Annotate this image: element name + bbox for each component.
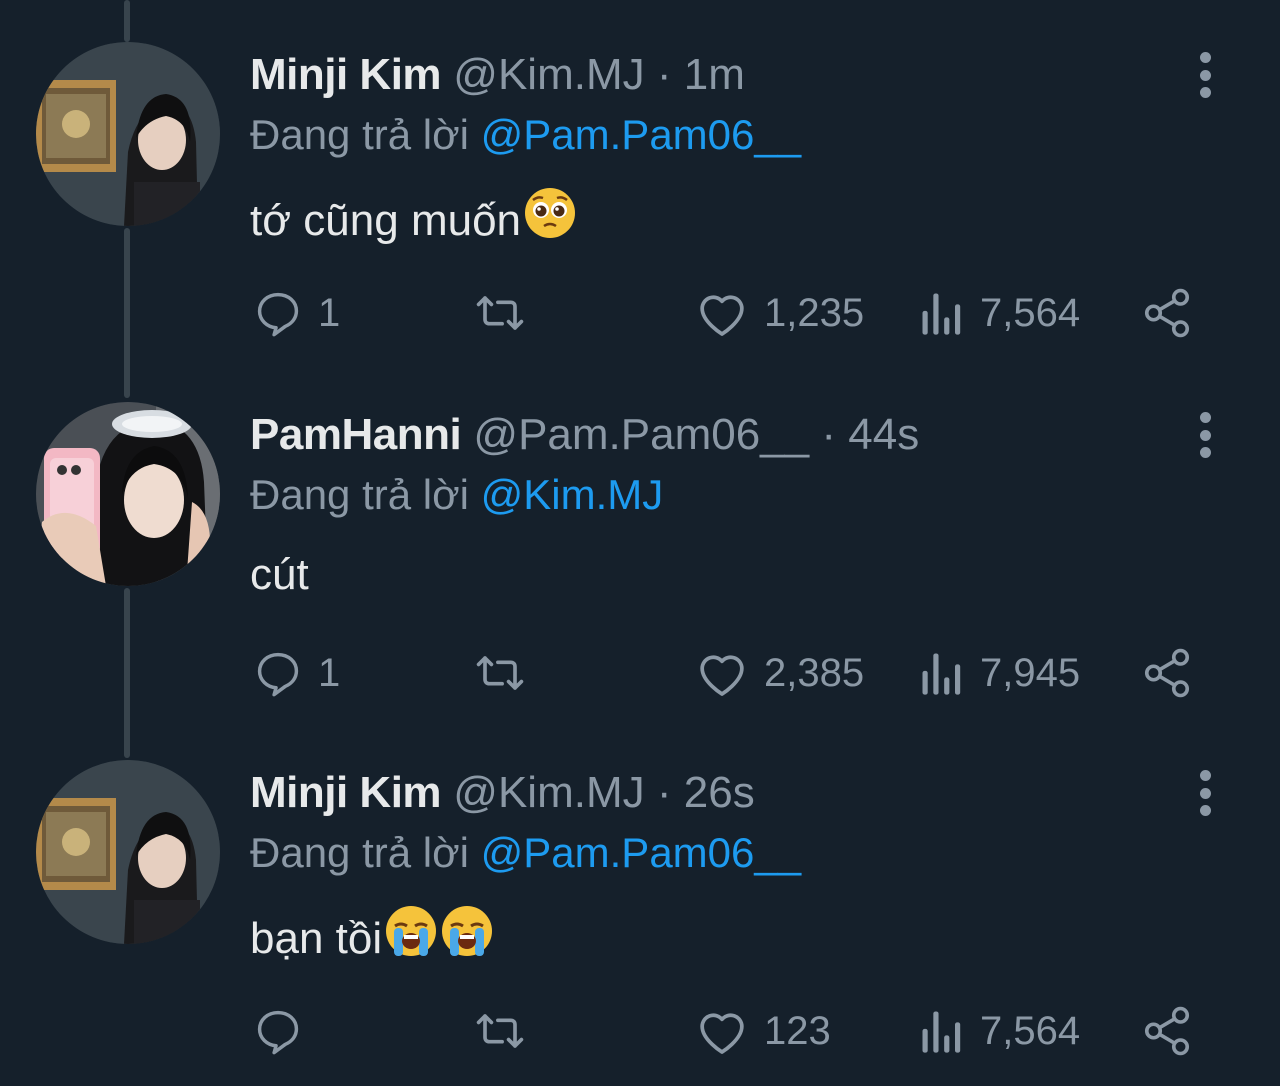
separator-dot: · xyxy=(656,50,672,99)
tweet-body: tớ cũng muốn xyxy=(250,195,522,245)
tweet-text: cút xyxy=(250,546,309,604)
views-button[interactable]: 7,564 xyxy=(918,1004,1080,1058)
timestamp[interactable]: 26s xyxy=(684,768,755,817)
user-handle[interactable]: @Kim.MJ xyxy=(453,768,644,817)
pleading-face-emoji xyxy=(523,186,577,255)
conversation-thread: Minji Kim @Kim.MJ · 1m Đang trả lời @Pam… xyxy=(0,0,1280,1086)
replying-to-line: Đang trả lời @Kim.MJ xyxy=(250,468,663,522)
reply-icon xyxy=(257,292,299,337)
retweet-icon xyxy=(476,656,524,690)
replying-to-line: Đang trả lời @Pam.Pam06__ xyxy=(250,108,801,162)
retweet-button[interactable] xyxy=(470,1004,544,1058)
timestamp[interactable]: 44s xyxy=(848,410,919,459)
tweet[interactable]: Minji Kim @Kim.MJ · 26s Đang trả lời @Pa… xyxy=(0,718,1280,1078)
replying-to-label: Đang trả lời xyxy=(250,829,481,876)
replying-to-label: Đang trả lời xyxy=(250,471,481,518)
timestamp[interactable]: 1m xyxy=(684,50,745,99)
avatar-image xyxy=(36,42,220,226)
tweet-text: bạn tồi xyxy=(250,904,494,973)
tweet[interactable]: Minji Kim @Kim.MJ · 1m Đang trả lời @Pam… xyxy=(0,0,1280,360)
avatar-image xyxy=(36,402,220,586)
avatar[interactable] xyxy=(36,402,220,586)
tweet-text: tớ cũng muốn xyxy=(250,186,577,255)
reply-count: 1 xyxy=(318,290,341,335)
replying-to-line: Đang trả lời @Pam.Pam06__ xyxy=(250,826,801,880)
analytics-icon xyxy=(922,653,961,695)
view-count: 7,564 xyxy=(980,1008,1081,1053)
heart-icon xyxy=(700,655,744,696)
view-count: 7,945 xyxy=(980,650,1081,695)
tweet-actions: 1 1,235 7,564 xyxy=(0,286,1280,340)
view-count: 7,564 xyxy=(980,290,1081,335)
more-options-icon[interactable] xyxy=(1192,770,1218,816)
tweet-header: PamHanni @Pam.Pam06__ · 44s xyxy=(250,408,919,462)
views-button[interactable]: 7,564 xyxy=(918,286,1080,340)
display-name[interactable]: Minji Kim xyxy=(250,50,442,99)
like-button[interactable]: 123 xyxy=(694,1004,831,1058)
share-button[interactable] xyxy=(1140,1004,1194,1058)
retweet-icon xyxy=(476,1014,524,1048)
views-button[interactable]: 7,945 xyxy=(918,646,1080,700)
avatar[interactable] xyxy=(36,760,220,944)
like-button[interactable]: 2,385 xyxy=(694,646,864,700)
avatar[interactable] xyxy=(36,42,220,226)
avatar-image xyxy=(36,760,220,944)
share-button[interactable] xyxy=(1140,646,1194,700)
user-handle[interactable]: @Kim.MJ xyxy=(453,50,644,99)
separator-dot: · xyxy=(656,768,672,817)
more-options-icon[interactable] xyxy=(1192,52,1218,98)
user-handle[interactable]: @Pam.Pam06__ xyxy=(473,410,809,459)
share-button[interactable] xyxy=(1140,286,1194,340)
loudly-crying-face-emoji xyxy=(440,904,494,973)
retweet-icon xyxy=(476,296,524,330)
analytics-icon xyxy=(922,293,961,335)
loudly-crying-face-emoji xyxy=(384,904,438,973)
tweet-header: Minji Kim @Kim.MJ · 26s xyxy=(250,766,755,820)
heart-icon xyxy=(700,295,744,336)
tweet-body: cút xyxy=(250,550,309,599)
tweet-body: bạn tồi xyxy=(250,913,383,963)
tweet-actions: 1 2,385 7,945 xyxy=(0,646,1280,700)
share-icon xyxy=(1144,288,1190,338)
mention-link[interactable]: @Kim.MJ xyxy=(481,471,664,518)
mention-link[interactable]: @Pam.Pam06__ xyxy=(481,829,801,876)
more-options-icon[interactable] xyxy=(1192,412,1218,458)
like-count: 1,235 xyxy=(764,290,865,335)
share-icon xyxy=(1144,648,1190,698)
like-count: 2,385 xyxy=(764,650,865,695)
retweet-button[interactable] xyxy=(470,286,544,340)
reply-icon xyxy=(257,1010,299,1055)
reply-count: 1 xyxy=(318,650,341,695)
reply-button[interactable]: 1 xyxy=(252,286,340,340)
reply-button[interactable]: 1 xyxy=(252,646,340,700)
reply-icon xyxy=(257,652,299,697)
reply-button[interactable] xyxy=(252,1004,318,1058)
analytics-icon xyxy=(922,1011,961,1053)
tweet[interactable]: PamHanni @Pam.Pam06__ · 44s Đang trả lời… xyxy=(0,360,1280,720)
mention-link[interactable]: @Pam.Pam06__ xyxy=(481,111,801,158)
tweet-actions: 123 7,564 xyxy=(0,1004,1280,1058)
replying-to-label: Đang trả lời xyxy=(250,111,481,158)
display-name[interactable]: PamHanni xyxy=(250,410,462,459)
heart-icon xyxy=(700,1013,744,1054)
like-count: 123 xyxy=(764,1008,831,1053)
tweet-header: Minji Kim @Kim.MJ · 1m xyxy=(250,48,745,102)
separator-dot: · xyxy=(821,410,837,459)
like-button[interactable]: 1,235 xyxy=(694,286,864,340)
retweet-button[interactable] xyxy=(470,646,544,700)
display-name[interactable]: Minji Kim xyxy=(250,768,442,817)
share-icon xyxy=(1144,1006,1190,1056)
